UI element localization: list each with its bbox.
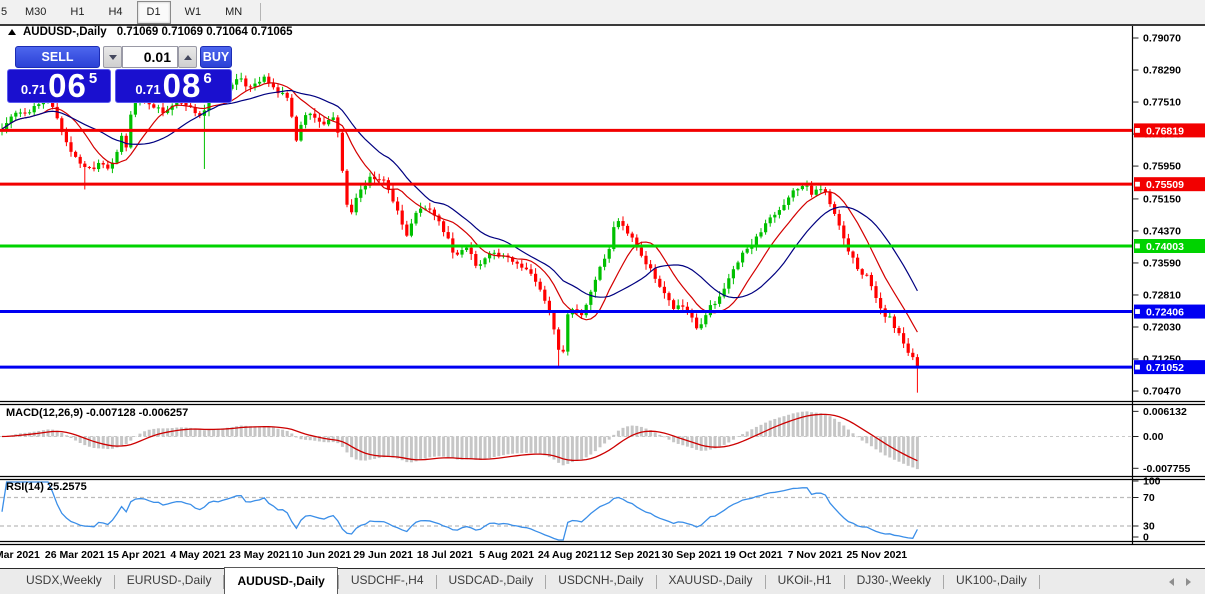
tab-audusd-daily[interactable]: AUDUSD-,Daily xyxy=(224,567,338,594)
svg-text:18 Jul 2021: 18 Jul 2021 xyxy=(417,549,473,561)
sell-button[interactable]: SELL xyxy=(15,46,100,68)
chart-header: AUDUSD-,Daily 0.71069 0.71069 0.71064 0.… xyxy=(8,26,293,38)
sell-price-pip: 5 xyxy=(88,70,98,87)
tab-xauusd-daily[interactable]: XAUUSD-,Daily xyxy=(657,569,765,594)
svg-text:-0.007755: -0.007755 xyxy=(1143,463,1190,475)
tab-scroll-arrows xyxy=(1169,569,1205,594)
timeframe-button-m30[interactable]: M30 xyxy=(15,1,56,24)
volume-increase-button[interactable] xyxy=(178,46,197,68)
rsi-label: RSI(14) 25.2575 xyxy=(6,481,87,493)
timeframe-button-mn[interactable]: MN xyxy=(215,1,252,24)
svg-text:7 Nov 2021: 7 Nov 2021 xyxy=(788,549,843,561)
svg-text:0.78290: 0.78290 xyxy=(1143,65,1181,77)
tab-divider xyxy=(1038,575,1040,589)
svg-text:29 Jun 2021: 29 Jun 2021 xyxy=(353,549,413,561)
svg-text:24 Aug 2021: 24 Aug 2021 xyxy=(538,549,599,561)
tab-scroll-left-button[interactable] xyxy=(1169,578,1174,586)
chevron-up-icon xyxy=(183,54,192,60)
timeframe-button-5[interactable]: 5 xyxy=(0,1,11,24)
macd-layer xyxy=(1,411,919,470)
svg-text:30 Sep 2021: 30 Sep 2021 xyxy=(662,549,722,561)
svg-text:25 Nov 2021: 25 Nov 2021 xyxy=(846,549,907,561)
chart-tabs: USDX,Weekly EURUSD-,Daily AUDUSD-,Daily USD… xyxy=(0,567,1040,594)
volume-decrease-button[interactable] xyxy=(103,46,122,68)
tab-ukoil-h1[interactable]: UKOil-,H1 xyxy=(766,569,844,594)
svg-text:23 May 2021: 23 May 2021 xyxy=(229,549,290,561)
sell-price-prefix: 0.71 xyxy=(20,82,47,97)
buy-price-pip: 6 xyxy=(203,70,212,87)
svg-text:0.70470: 0.70470 xyxy=(1143,386,1181,398)
svg-text:0.75950: 0.75950 xyxy=(1143,161,1181,173)
svg-text:0.71052: 0.71052 xyxy=(1146,362,1184,374)
tab-dj30-weekly[interactable]: DJ30-,Weekly xyxy=(845,569,943,594)
svg-text:10 Jun 2021: 10 Jun 2021 xyxy=(292,549,352,561)
svg-text:19 Oct 2021: 19 Oct 2021 xyxy=(724,549,783,561)
svg-text:4 May 2021: 4 May 2021 xyxy=(170,549,226,561)
arrow-right-icon xyxy=(1186,578,1191,586)
svg-text:5 Aug 2021: 5 Aug 2021 xyxy=(479,549,534,561)
timeframe-button-d1[interactable]: D1 xyxy=(136,0,171,24)
tab-usdchf-h4[interactable]: USDCHF-,H4 xyxy=(339,569,436,594)
rsi-layer xyxy=(1,481,918,541)
svg-text:0.74370: 0.74370 xyxy=(1143,225,1181,237)
svg-text:0: 0 xyxy=(1143,532,1149,544)
tab-uk100-daily[interactable]: UK100-,Daily xyxy=(944,569,1039,594)
tab-scroll-right-button[interactable] xyxy=(1186,578,1191,586)
svg-text:0.75150: 0.75150 xyxy=(1143,193,1181,205)
buy-price-big: 08 xyxy=(162,67,202,104)
svg-text:0.72810: 0.72810 xyxy=(1143,289,1181,301)
svg-text:0.006132: 0.006132 xyxy=(1143,406,1187,418)
arrow-left-icon xyxy=(1169,578,1174,586)
svg-text:0.75509: 0.75509 xyxy=(1146,179,1184,191)
moving-averages-layer xyxy=(1,82,918,333)
buy-button[interactable]: BUY xyxy=(200,46,232,68)
trading-terminal-window: 0.790700.782900.775100.767300.759500.751… xyxy=(0,0,1205,594)
svg-text:15 Apr 2021: 15 Apr 2021 xyxy=(107,549,166,561)
tab-usdcad-daily[interactable]: USDCAD-,Daily xyxy=(437,569,546,594)
svg-text:26 Mar 2021: 26 Mar 2021 xyxy=(45,549,105,561)
symbol-collapse-icon[interactable] xyxy=(8,29,16,35)
tab-usdcnh-daily[interactable]: USDCNH-,Daily xyxy=(546,569,655,594)
timeframe-toolbar: 5 M30 H1 H4 D1 W1 MN xyxy=(0,0,1205,26)
buy-price-prefix: 0.71 xyxy=(135,82,161,97)
tab-eurusd-daily[interactable]: EURUSD-,Daily xyxy=(115,569,224,594)
svg-text:70: 70 xyxy=(1143,492,1155,504)
toolbar-divider xyxy=(260,3,262,21)
chart-symbol-label: AUDUSD-,Daily xyxy=(23,26,107,38)
timeframe-button-w1[interactable]: W1 xyxy=(175,1,212,24)
chevron-down-icon xyxy=(108,54,117,60)
svg-text:0.72030: 0.72030 xyxy=(1143,321,1181,333)
svg-text:0.77510: 0.77510 xyxy=(1143,97,1181,109)
svg-text:0.00: 0.00 xyxy=(1143,431,1164,443)
sell-price-box[interactable]: 0.71 06 5 xyxy=(7,69,111,103)
svg-text:0.76819: 0.76819 xyxy=(1146,125,1184,137)
svg-text:12 Sep 2021: 12 Sep 2021 xyxy=(600,549,660,561)
chart-tab-bar: USDX,Weekly EURUSD-,Daily AUDUSD-,Daily USD… xyxy=(0,567,1205,594)
volume-input[interactable]: 0.01 xyxy=(122,46,178,68)
timeframe-button-h1[interactable]: H1 xyxy=(60,1,94,24)
svg-text:0.72406: 0.72406 xyxy=(1146,307,1184,319)
svg-text:0.74003: 0.74003 xyxy=(1146,241,1184,253)
timeframe-button-h4[interactable]: H4 xyxy=(98,1,132,24)
svg-text:0.79070: 0.79070 xyxy=(1143,33,1181,45)
buy-price-box[interactable]: 0.71 08 6 xyxy=(115,69,232,103)
tab-usdx-weekly[interactable]: USDX,Weekly xyxy=(14,569,114,594)
macd-label: MACD(12,26,9) -0.007128 -0.006257 xyxy=(6,407,189,419)
svg-text:0.73590: 0.73590 xyxy=(1143,257,1181,269)
sell-price-big: 06 xyxy=(48,67,87,104)
svg-text:100: 100 xyxy=(1143,476,1161,488)
svg-text:8 Mar 2021: 8 Mar 2021 xyxy=(0,549,40,561)
chart-ohlc-quotes: 0.71069 0.71069 0.71064 0.71065 xyxy=(116,26,293,38)
grid-layer xyxy=(0,436,1133,527)
